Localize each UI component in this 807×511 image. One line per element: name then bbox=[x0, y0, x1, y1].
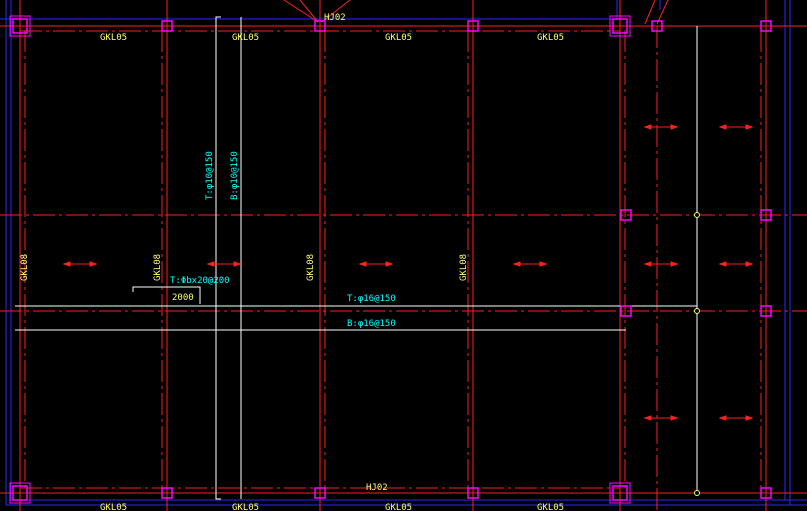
beam-label-vertical-3: GKL08 bbox=[306, 254, 316, 281]
beam-label-top-1: GKL05 bbox=[100, 33, 127, 43]
beam-label-bottom-4: GKL05 bbox=[537, 503, 564, 511]
rebar-label-vertical-top: T:φ10@150 bbox=[205, 151, 215, 200]
rebar-length-label: 2000 bbox=[172, 293, 194, 303]
rebar-label-horizontal-top: T:φ16@150 bbox=[347, 294, 396, 304]
rebar-label-horizontal-bottom: B:φ16@150 bbox=[347, 319, 396, 329]
beam-label-top-3: GKL05 bbox=[385, 33, 412, 43]
structural-drawing: GKL05 GKL05 GKL05 GKL05 GKL05 GKL05 GKL0… bbox=[0, 0, 807, 511]
beam-label-bottom-1: GKL05 bbox=[100, 503, 127, 511]
hj-label-top: HJ02 bbox=[324, 13, 346, 23]
beam-label-top-2: GKL05 bbox=[232, 33, 259, 43]
beam-label-vertical-1: GKL08 bbox=[20, 254, 30, 281]
beam-label-bottom-3: GKL05 bbox=[385, 503, 412, 511]
beam-label-vertical-4: GKL08 bbox=[459, 254, 469, 281]
beam-label-bottom-2: GKL05 bbox=[232, 503, 259, 511]
drawing-background bbox=[0, 0, 807, 511]
beam-label-vertical-2: GKL08 bbox=[153, 254, 163, 281]
rebar-label-vertical-bottom: B:φ10@150 bbox=[230, 151, 240, 200]
hj-label-bottom: HJ02 bbox=[366, 483, 388, 493]
rebar-label-additional: T:Φbx20@200 bbox=[170, 276, 230, 286]
beam-label-top-4: GKL05 bbox=[537, 33, 564, 43]
